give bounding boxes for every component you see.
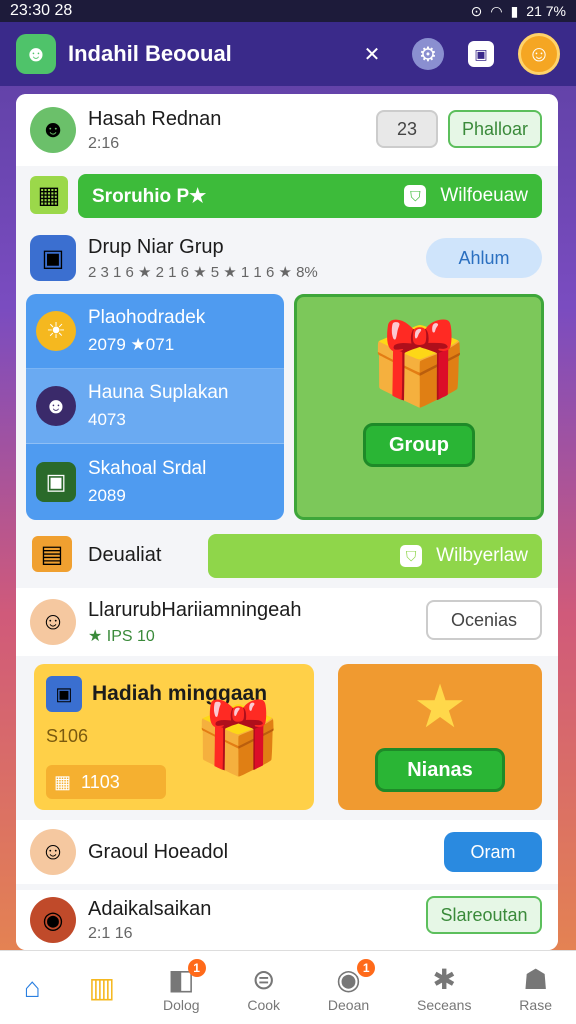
settings-icon: ⊙ xyxy=(470,2,483,19)
gear-icon: ⊜ xyxy=(251,964,276,995)
list-item-llarurub[interactable]: ☺ LlarurubHariiamningeah ★ IPS 10 Ocenia… xyxy=(16,588,558,656)
nianas-button[interactable]: Nianas xyxy=(375,748,505,792)
box-icon: ▤ xyxy=(32,536,72,572)
app-title: Indahil Beooual xyxy=(68,41,232,66)
item-title: Plaohodradek xyxy=(88,307,206,328)
banner-right-text: Wilbyerlaw xyxy=(436,545,528,566)
item-value: 2089 xyxy=(88,485,126,505)
group-button[interactable]: Group xyxy=(363,423,475,467)
list-item-drup[interactable]: ▣ Drup Niar Grup 2 3 1 6 ★ 2 1 6 ★ 5 ★ 1… xyxy=(16,226,558,290)
battery-level: 21 7% xyxy=(526,3,566,19)
item-value: 2079 ★071 xyxy=(88,335,175,354)
nav-label: Seceans xyxy=(416,996,472,1013)
item-name: LlarurubHariiamningeah xyxy=(88,598,302,621)
item-name: Adaikalsaikan xyxy=(88,897,212,920)
chest-icon: ▦ xyxy=(54,771,72,792)
status-time: 23:30 28 xyxy=(10,2,73,19)
signal-icon: ▮ xyxy=(510,2,519,19)
avatar: ☻ xyxy=(36,386,76,426)
notification-badge: 1 xyxy=(357,958,376,977)
nav-label: Rase xyxy=(519,996,552,1013)
blue-list-item[interactable]: ☻ Hauna Suplakan 4073 xyxy=(26,369,284,444)
item-title: Hauna Suplakan xyxy=(88,382,229,403)
banner-right-text: Wilfoeuaw xyxy=(440,185,528,206)
gift-icon: 🎁 xyxy=(369,319,469,408)
close-icon[interactable]: ✕ xyxy=(356,38,388,70)
nav-shop[interactable]: ▥ xyxy=(89,971,115,1005)
gift-box-icon: ▦ xyxy=(30,176,68,214)
nav-dolog[interactable]: ◧ 1 Dolog xyxy=(162,958,206,1013)
shield-icon: ⛉ xyxy=(400,545,423,567)
item-sub: ★ IPS 10 xyxy=(88,627,155,645)
profile-avatar[interactable]: ☺ xyxy=(518,33,560,75)
weekly-gift-panel: ▣ Hadiah minggaan S106 ▦ 1103 🎁 xyxy=(34,664,314,810)
list-item-adaikal[interactable]: ◉ Adaikalsaikan 2:1 16 Slareoutan xyxy=(16,890,558,950)
blue-list-panel: ☀ Plaohodradek 2079 ★071 ☻ Hauna Suplaka… xyxy=(26,294,284,520)
value-2: 1103 xyxy=(81,771,120,792)
asterisk-icon: ✱ xyxy=(432,964,456,995)
notification-badge: 1 xyxy=(187,958,206,977)
app-bar: ☻ Indahil Beooual ✕ ⚙ ▣ ☺ xyxy=(0,22,576,86)
nav-label: Deoan xyxy=(327,996,370,1013)
status-bar: 23:30 28 ⊙ ◠ ▮ 21 7% xyxy=(0,0,576,22)
section-label: Deualiat xyxy=(88,544,162,566)
sun-icon: ☀ xyxy=(36,311,76,351)
oram-button[interactable]: Oram xyxy=(444,832,542,872)
ocenias-button[interactable]: Ocenias xyxy=(426,600,542,640)
item-value: 4073 xyxy=(88,410,126,429)
star-panel: ★ Nianas xyxy=(338,664,542,810)
nav-home[interactable]: ⌂ xyxy=(24,971,41,1005)
wifi-icon: ◠ xyxy=(490,2,503,19)
game-icon: ▣ xyxy=(36,461,76,502)
banner-bar-2[interactable]: ⛉ Wilbyerlaw xyxy=(208,534,542,578)
camera-icon: ▣ xyxy=(46,676,82,712)
item-name: Drup Niar Grup xyxy=(88,235,224,258)
chat-icon[interactable]: ▣ xyxy=(468,41,494,67)
bottom-nav: ⌂ ▥ ◧ 1 Dolog ⊜ Cook ◉ 1 Deoan ✱ Seceans… xyxy=(0,950,576,1024)
tool-icon[interactable]: ⚙ xyxy=(412,38,444,70)
home-icon: ⌂ xyxy=(23,971,41,1003)
banner-bar-1[interactable]: Sroruhio P★ ⛉ Wilfoeuaw xyxy=(78,174,542,218)
value-2-chip[interactable]: ▦ 1103 xyxy=(46,765,166,799)
phalloar-button[interactable]: Phalloar xyxy=(448,110,542,148)
item-sub: 2:16 xyxy=(88,134,120,152)
banner-label: Sroruhio P★ xyxy=(92,185,207,207)
list-item-graoul[interactable]: ☺ Graoul Hoeadol Oram xyxy=(16,820,558,884)
gift-panel: 🎁 Group xyxy=(294,294,544,520)
group-icon: ▣ xyxy=(30,235,76,281)
avatar: ☺ xyxy=(30,829,76,875)
nav-deoan[interactable]: ◉ 1 Deoan xyxy=(327,958,376,1013)
list-item-hasah[interactable]: ☻ Hasah Rednan 2:16 23 Phalloar xyxy=(16,94,558,166)
blue-list-item[interactable]: ☀ Plaohodradek 2079 ★071 xyxy=(26,294,284,369)
avatar: ☺ xyxy=(30,599,76,645)
blue-list-item[interactable]: ▣ Skahoal Srdal 2089 xyxy=(26,444,284,519)
item-name: Graoul Hoeadol xyxy=(88,840,229,863)
gift-icon: 🎁 xyxy=(194,699,282,777)
nav-label: Dolog xyxy=(162,996,200,1013)
nav-rase[interactable]: ☗ Rase xyxy=(519,963,552,1013)
slareoutan-button[interactable]: Slareoutan xyxy=(426,896,542,934)
item-title: Skahoal Srdal xyxy=(88,457,207,479)
avatar: ☻ xyxy=(30,107,76,153)
profile-icon: ☗ xyxy=(523,964,549,995)
item-name: Hasah Rednan xyxy=(88,107,222,130)
main-content: ☻ Hasah Rednan 2:16 23 Phalloar ▦ Sroruh… xyxy=(16,94,558,950)
ahlum-button[interactable]: Ahlum xyxy=(426,238,542,278)
shop-icon: ▥ xyxy=(88,972,116,1003)
shield-icon: ⛉ xyxy=(404,185,427,207)
item-sub: 2 3 1 6 ★ 2 1 6 ★ 5 ★ 1 1 6 ★ 8% xyxy=(88,263,318,281)
avatar: ◉ xyxy=(30,897,76,943)
nav-label: Cook xyxy=(247,996,281,1013)
nav-seceans[interactable]: ✱ Seceans xyxy=(417,963,471,1013)
status-icons: ⊙ ◠ ▮ 21 7% xyxy=(471,3,566,20)
count-badge: 23 xyxy=(376,110,438,148)
nav-cook[interactable]: ⊜ Cook xyxy=(247,963,280,1013)
star-icon: ★ xyxy=(413,673,467,740)
item-sub: 2:1 16 xyxy=(88,924,133,942)
app-logo-icon: ☻ xyxy=(16,34,56,74)
